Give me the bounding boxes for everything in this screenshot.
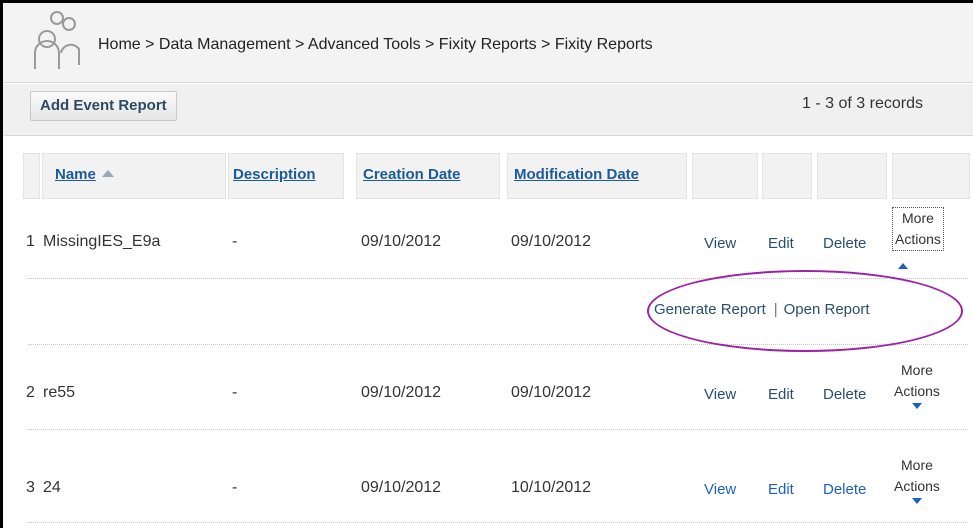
row-index: 3 [26,479,35,496]
row-index: 2 [26,384,35,401]
breadcrumb-text[interactable]: Home > Data Management > Advanced Tools … [98,36,653,53]
row-creation-date: 09/10/2012 [361,384,442,401]
column-header-creation-date[interactable]: Creation Date [356,153,500,199]
row-divider [28,522,968,523]
breadcrumb: Home > Data Management > Advanced Tools … [98,36,653,54]
row-description: - [232,384,238,401]
caret-down-icon[interactable] [911,403,922,409]
delete-link[interactable]: Delete [823,386,866,403]
toolbar: Add Event Report 1 - 3 of 3 records [3,84,973,136]
column-header-description[interactable]: Description [228,153,344,199]
row-modification-date: 09/10/2012 [511,384,592,401]
column-header-name[interactable]: Name [42,153,226,199]
row-modification-date: 10/10/2012 [511,479,592,496]
edit-link[interactable]: Edit [768,235,794,252]
sort-up-icon[interactable] [101,170,114,177]
row-name: re55 [43,384,76,401]
view-link[interactable]: View [704,386,736,403]
edit-link[interactable]: Edit [768,481,794,498]
column-header-more [892,153,970,199]
users-group-icon [34,11,80,69]
caret-down-icon[interactable] [911,498,922,504]
column-header-index [23,153,40,199]
more-actions-label-line1: More [902,210,934,226]
more-actions-toggle[interactable]: More Actions [892,207,944,251]
caret-up-icon[interactable] [898,263,908,269]
delete-link[interactable]: Delete [823,481,866,498]
column-header-name-label[interactable]: Name [55,166,96,183]
row-name: MissingIES_E9a [43,233,161,250]
column-header-view [692,153,758,199]
row-creation-date: 09/10/2012 [361,233,442,250]
row-divider [28,429,968,430]
row-creation-date: 09/10/2012 [361,479,442,496]
column-header-creation-date-label[interactable]: Creation Date [363,166,461,183]
page-header: Home > Data Management > Advanced Tools … [3,3,973,83]
column-header-modification-date-label[interactable]: Modification Date [514,166,639,183]
add-event-report-button[interactable]: Add Event Report [30,91,177,121]
more-actions-label-line2: Actions [895,231,941,247]
row-description: - [232,233,238,250]
column-header-edit [762,153,812,199]
row-description: - [232,479,238,496]
column-header-description-label[interactable]: Description [233,166,316,183]
more-actions-toggle[interactable]: More Actions [894,455,940,504]
view-link[interactable]: View [704,235,736,252]
more-actions-label-line2: Actions [894,478,940,494]
row-index: 1 [26,233,35,250]
more-actions-label-line1: More [901,457,933,473]
column-header-delete [817,153,887,199]
column-header-modification-date[interactable]: Modification Date [507,153,687,199]
row-modification-date: 09/10/2012 [511,233,592,250]
delete-link[interactable]: Delete [823,235,866,252]
view-link[interactable]: View [704,481,736,498]
edit-link[interactable]: Edit [768,386,794,403]
more-actions-toggle[interactable]: More Actions [894,360,940,409]
row-name: 24 [43,479,61,496]
records-count: 1 - 3 of 3 records [802,95,923,112]
highlight-ellipse [647,270,963,352]
more-actions-label-line2: Actions [894,383,940,399]
more-actions-label-line1: More [901,362,933,378]
